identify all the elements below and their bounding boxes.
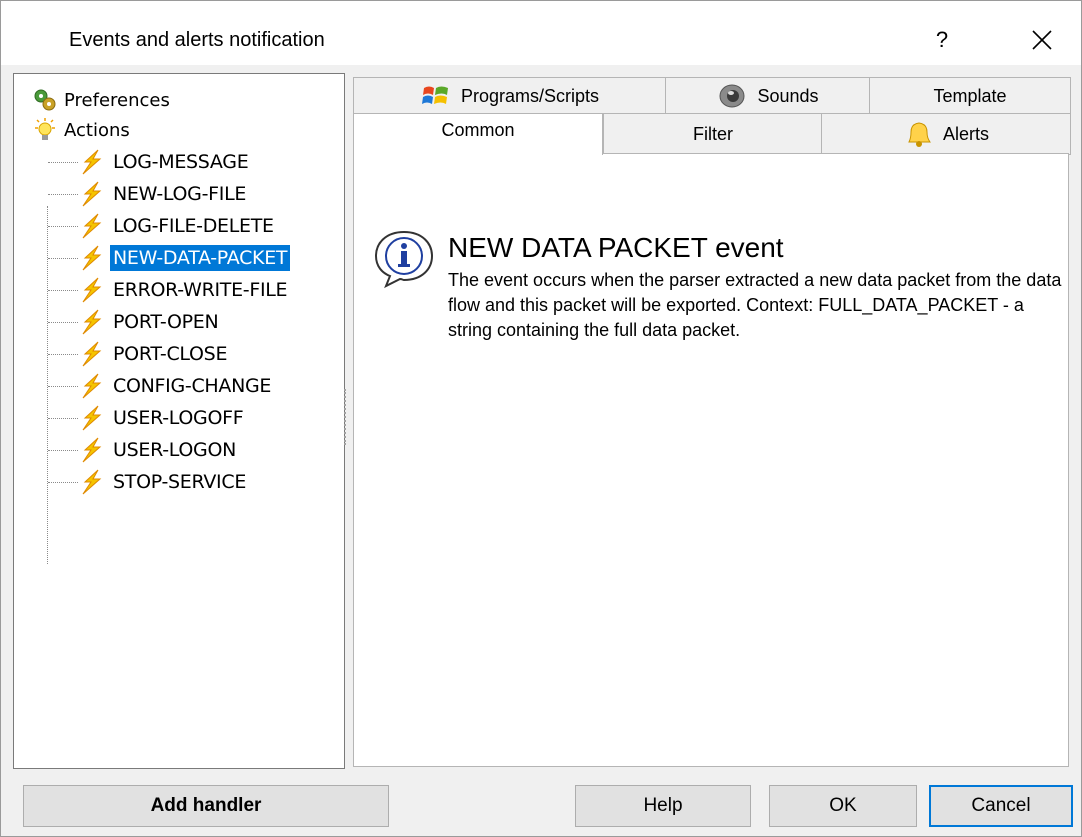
tab-label: Filter <box>693 123 733 144</box>
tree-item-label: LOG-MESSAGE <box>113 151 249 173</box>
lightbulb-icon <box>35 118 55 140</box>
lightning-icon <box>82 213 102 239</box>
tree-item-port-close[interactable]: PORT-CLOSE <box>78 339 230 369</box>
lightning-icon <box>82 405 102 431</box>
tab-filter[interactable]: Filter <box>603 113 823 155</box>
tab-label: Sounds <box>757 85 819 106</box>
tree-item-actions[interactable]: Actions <box>32 116 130 144</box>
tab-label: Programs/Scripts <box>460 85 600 106</box>
lightning-icon <box>82 341 102 367</box>
tree-item-log-file-delete[interactable]: LOG-FILE-DELETE <box>78 211 277 241</box>
window-title: Events and alerts notification <box>69 29 325 51</box>
tree-item-user-logon[interactable]: USER-LOGON <box>78 435 239 465</box>
tree-item-label: PORT-OPEN <box>113 311 219 333</box>
tree-item-label: CONFIG-CHANGE <box>113 375 272 397</box>
dialog-window: Events and alerts notification ? Prefere… <box>0 0 1082 837</box>
help-button[interactable]: Help <box>575 785 751 827</box>
tree-item-label: PORT-CLOSE <box>113 343 228 365</box>
title-bar: Events and alerts notification ? <box>1 1 1081 65</box>
tree-item-config-change[interactable]: CONFIG-CHANGE <box>78 371 274 401</box>
splitter-handle[interactable] <box>344 389 350 445</box>
tab-sounds[interactable]: Sounds <box>665 77 871 114</box>
tab-label: Alerts <box>942 123 989 144</box>
info-icon <box>374 230 434 289</box>
lightning-icon <box>82 277 102 303</box>
tab-programs-scripts[interactable]: Programs/Scripts <box>353 77 667 114</box>
tree-item-new-log-file[interactable]: NEW-LOG-FILE <box>78 179 249 209</box>
close-button[interactable] <box>1021 21 1061 59</box>
lightning-icon <box>82 373 102 399</box>
lightning-icon <box>82 309 102 335</box>
lightning-icon <box>82 437 102 463</box>
cancel-button[interactable]: Cancel <box>929 785 1073 827</box>
help-question-button[interactable]: ? <box>927 23 957 57</box>
tree-item-user-logoff[interactable]: USER-LOGOFF <box>78 403 246 433</box>
tree-item-port-open[interactable]: PORT-OPEN <box>78 307 221 337</box>
windows-flag-icon <box>421 86 448 104</box>
tab-template[interactable]: Template <box>869 77 1071 114</box>
tree-item-label: Preferences <box>64 89 170 111</box>
tree-item-preferences[interactable]: Preferences <box>32 86 170 114</box>
tab-content-panel: NEW DATA PACKET event The event occurs w… <box>353 153 1069 767</box>
lightning-icon <box>82 181 102 207</box>
tree-item-label: NEW-DATA-PACKET <box>110 245 291 271</box>
gears-icon <box>34 89 56 111</box>
bell-icon <box>908 122 931 147</box>
tree-item-label: STOP-SERVICE <box>113 471 247 493</box>
tree-item-stop-service[interactable]: STOP-SERVICE <box>78 467 249 497</box>
tree-item-label: NEW-LOG-FILE <box>113 183 247 205</box>
ok-button[interactable]: OK <box>769 785 917 827</box>
tree-connector <box>47 206 48 564</box>
tree-item-label: USER-LOGON <box>113 439 237 461</box>
tab-common[interactable]: Common <box>353 113 603 155</box>
event-title: NEW DATA PACKET event <box>448 232 784 263</box>
tree-item-label: ERROR-WRITE-FILE <box>113 279 288 301</box>
close-icon <box>1032 30 1052 50</box>
actions-tree[interactable]: Preferences Actions LOG-MESSAGE NEW-LOG-… <box>13 73 345 769</box>
event-description: The event occurs when the parser extract… <box>448 270 1062 340</box>
tree-item-new-data-packet[interactable]: NEW-DATA-PACKET <box>78 243 291 273</box>
tab-label: Common <box>441 120 515 140</box>
lightning-icon <box>82 245 102 271</box>
tree-item-label: LOG-FILE-DELETE <box>113 215 274 237</box>
tab-label: Template <box>933 85 1007 106</box>
lightning-icon <box>82 469 102 495</box>
lightning-icon <box>82 149 102 175</box>
tree-item-log-message[interactable]: LOG-MESSAGE <box>78 147 251 177</box>
tab-alerts[interactable]: Alerts <box>821 113 1071 155</box>
tree-item-label: Actions <box>64 119 130 141</box>
tree-item-label: USER-LOGOFF <box>113 407 244 429</box>
add-handler-button[interactable]: Add handler <box>23 785 389 827</box>
tree-item-error-write-file[interactable]: ERROR-WRITE-FILE <box>78 275 290 305</box>
speaker-icon <box>719 84 745 108</box>
